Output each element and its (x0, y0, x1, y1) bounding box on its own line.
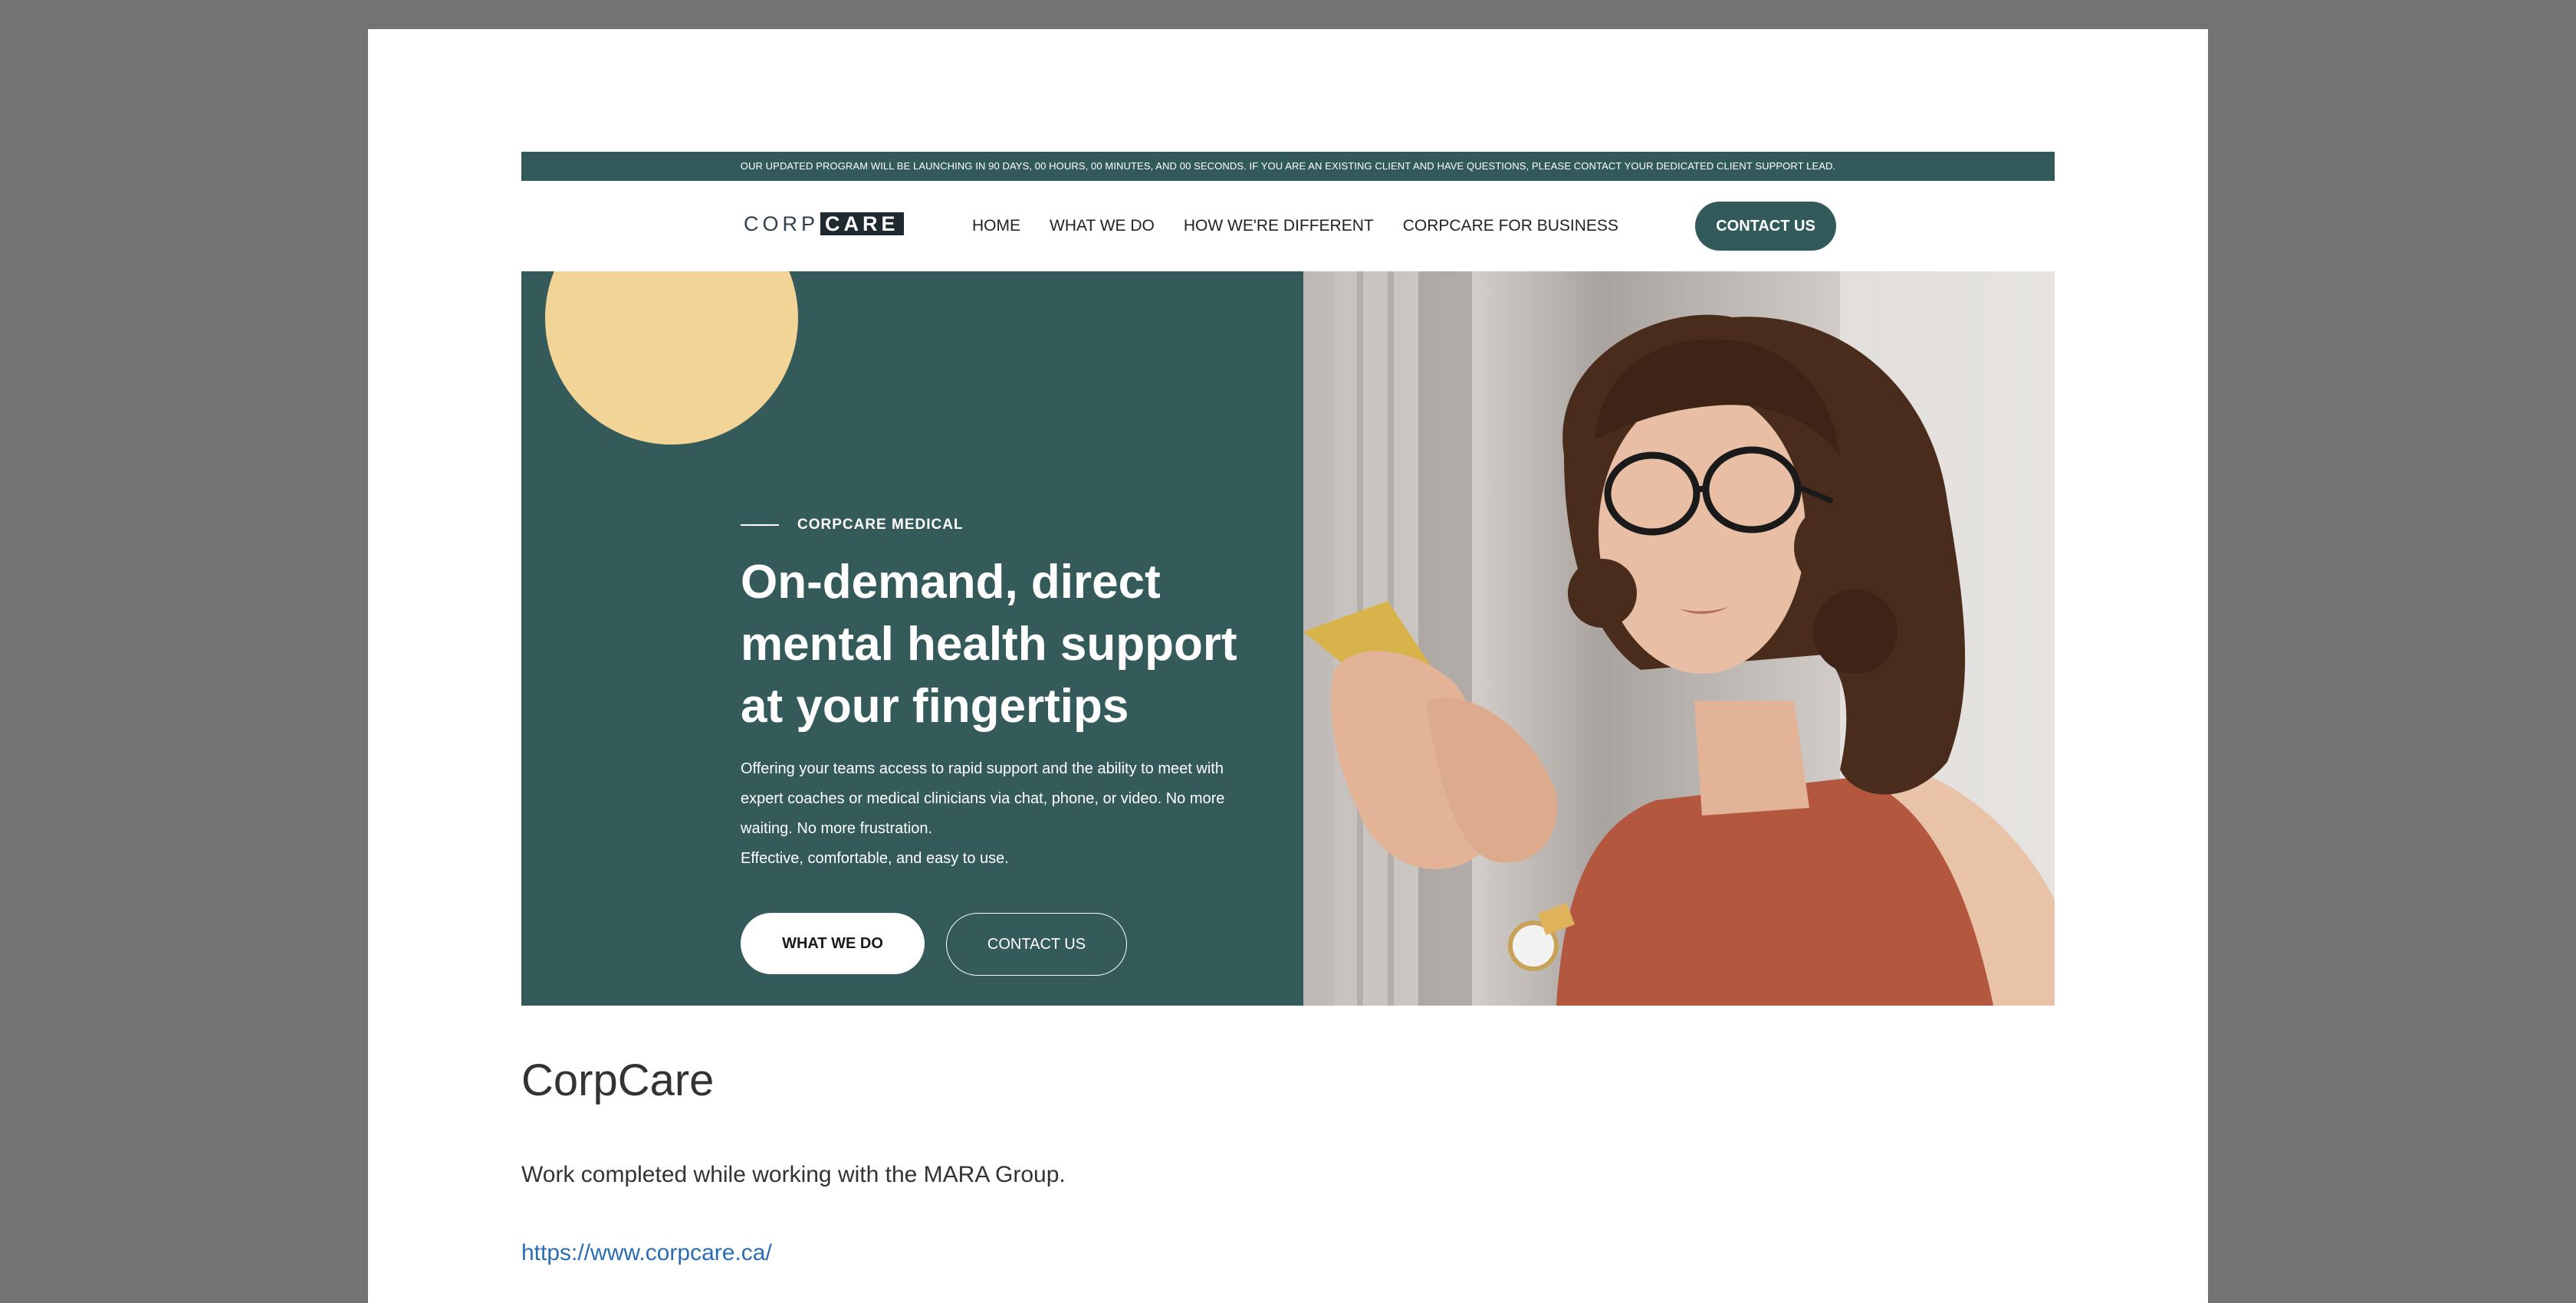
nav-home[interactable]: HOME (972, 217, 1020, 235)
nav-how-were-different[interactable]: HOW WE'RE DIFFERENT (1184, 217, 1374, 235)
header-contact-button[interactable]: CONTACT US (1695, 202, 1836, 251)
hero-photo-woman-with-phone (1303, 271, 2055, 1006)
nav-corpcare-for-business[interactable]: CORPCARE FOR BUSINESS (1403, 217, 1618, 235)
logo-care-text: CARE (820, 212, 904, 235)
what-we-do-button[interactable]: WHAT WE DO (741, 913, 925, 974)
corpcare-website-link[interactable]: https://www.corpcare.ca/ (521, 1240, 772, 1266)
hero-section: CORPCARE MEDICAL On-demand, direct menta… (521, 271, 2055, 1006)
nav-what-we-do[interactable]: WHAT WE DO (1050, 217, 1155, 235)
page-subtitle: Work completed while working with the MA… (521, 1162, 1066, 1187)
announcement-bar: OUR UPDATED PROGRAM WILL BE LAUNCHING IN… (521, 152, 2055, 181)
logo-corp-text: CORP (744, 212, 820, 235)
page-title: CorpCare (521, 1055, 715, 1105)
main-nav: HOME WHAT WE DO HOW WE'RE DIFFERENT CORP… (972, 181, 1618, 271)
hero-photo-illustration (1303, 271, 2055, 1006)
eyebrow-line (741, 524, 779, 526)
hero-headline: On-demand, direct mental health support … (741, 556, 1237, 733)
page-container: OUR UPDATED PROGRAM WILL BE LAUNCHING IN… (368, 29, 2208, 1303)
corpcare-logo[interactable]: CORP CARE (744, 212, 904, 236)
hero-contact-button[interactable]: CONTACT US (946, 913, 1127, 976)
eyebrow-label: CORPCARE MEDICAL (797, 517, 964, 533)
site-header: CORP CARE HOME WHAT WE DO HOW WE'RE DIFF… (521, 181, 2055, 271)
hero-eyebrow: CORPCARE MEDICAL (741, 517, 964, 533)
hero-tagline: Effective, comfortable, and easy to use. (741, 850, 1009, 867)
decorative-yellow-circle (545, 271, 798, 445)
hero-text-panel: CORPCARE MEDICAL On-demand, direct menta… (521, 271, 1303, 1006)
site-preview: OUR UPDATED PROGRAM WILL BE LAUNCHING IN… (521, 152, 2055, 1006)
hero-description: Offering your teams access to rapid supp… (741, 760, 1225, 837)
